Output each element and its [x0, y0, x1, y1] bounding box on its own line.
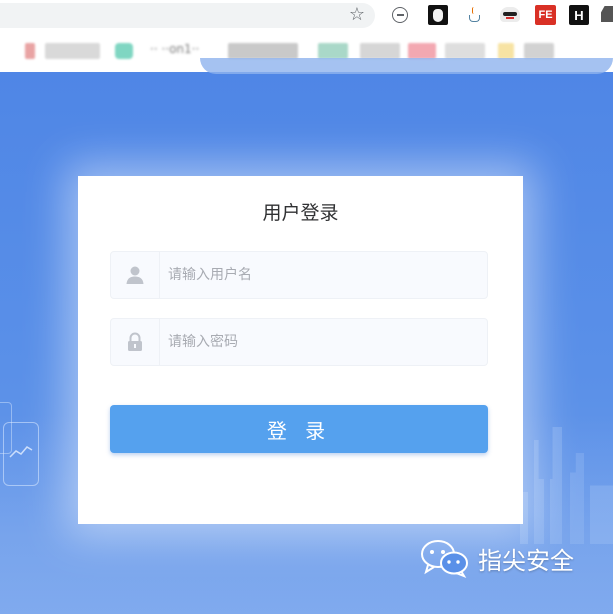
bookmark-item[interactable] — [408, 43, 436, 59]
bookmark-item[interactable] — [115, 43, 133, 59]
username-field[interactable] — [110, 251, 488, 299]
login-card: 用户登录 登 录 — [78, 176, 523, 524]
bookmark-item[interactable] — [524, 43, 554, 59]
h-icon[interactable]: H — [569, 5, 589, 25]
wechat-watermark: 指尖安全 — [420, 538, 574, 578]
bookmark-item[interactable] — [25, 43, 35, 59]
bookmark-item[interactable] — [498, 43, 514, 59]
browser-toolbar: ☆ FE H — [0, 0, 613, 30]
password-input[interactable] — [160, 319, 488, 365]
star-icon[interactable]: ☆ — [347, 5, 367, 25]
login-button[interactable]: 登 录 — [110, 405, 488, 453]
bookmarks-bar-edge — [200, 58, 613, 74]
bookmark-item[interactable] — [45, 43, 100, 59]
watermark-text: 指尖安全 — [478, 546, 574, 575]
mask-icon[interactable] — [428, 5, 448, 25]
trend-line-icon — [9, 446, 33, 458]
password-field[interactable] — [110, 318, 488, 366]
login-title: 用户登录 — [262, 202, 339, 224]
fe-icon[interactable]: FE — [535, 5, 556, 25]
ghost-icon[interactable] — [500, 7, 520, 22]
user-icon — [111, 252, 160, 298]
address-bar[interactable] — [0, 3, 375, 28]
extension-icon[interactable] — [601, 6, 613, 22]
java-icon[interactable] — [464, 5, 484, 25]
phone-chart-decoration — [3, 422, 39, 486]
wechat-icon — [420, 538, 470, 578]
bookmark-item[interactable] — [318, 43, 348, 59]
username-input[interactable] — [160, 252, 488, 298]
bookmark-item[interactable] — [360, 43, 400, 59]
lock-icon — [111, 319, 160, 365]
bookmark-label[interactable]: ·· ··on1·· — [150, 42, 199, 56]
bookmark-item[interactable] — [445, 43, 485, 59]
bookmark-item[interactable] — [228, 43, 298, 59]
minus-circle-icon[interactable] — [392, 7, 408, 23]
